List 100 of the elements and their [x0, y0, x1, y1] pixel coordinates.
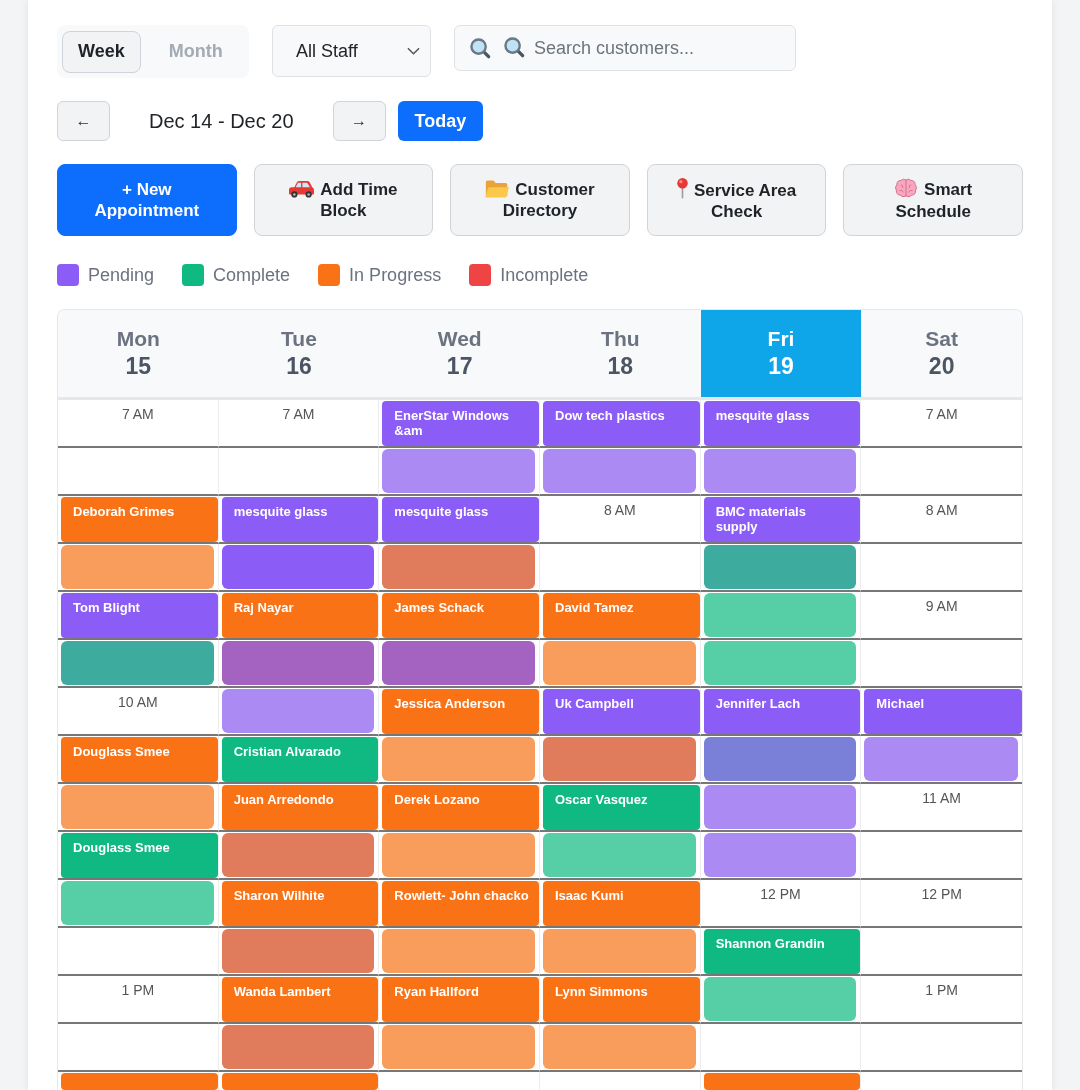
appointment-block[interactable]: Juan Arredondo [221, 785, 379, 830]
search-icon [504, 37, 525, 58]
appointment-extension[interactable] [221, 689, 375, 733]
appointment-block[interactable]: Ryan Hallford [382, 977, 539, 1022]
appointment-block[interactable]: Cristian Alvarado [221, 737, 379, 782]
search-icon [470, 38, 491, 59]
appointment-extension[interactable] [543, 1025, 696, 1069]
appointment-extension[interactable] [221, 929, 375, 973]
appointment-block[interactable]: mesquite glass [703, 401, 861, 446]
time-label: 7 AM [121, 406, 154, 422]
appointment-block[interactable]: Derek Lozano [382, 785, 539, 830]
appointment-block[interactable] [61, 1073, 218, 1090]
date-label: 16 [286, 353, 312, 380]
search-field[interactable]: Search customers... [454, 25, 796, 71]
appointment-block[interactable]: Dow tech plastics [543, 401, 700, 446]
appointment-block[interactable]: Lynn Simmons [543, 977, 700, 1022]
appointment-block[interactable]: mesquite glass [221, 497, 379, 542]
appointment-extension[interactable] [703, 545, 857, 589]
appointment-extension[interactable] [703, 449, 857, 493]
appointment-extension[interactable] [382, 641, 535, 685]
appointment-block[interactable] [703, 1073, 861, 1090]
appointment-block[interactable]: EnerStar Windows &am [382, 401, 539, 446]
chevron-down-icon [407, 47, 420, 55]
appointment-extension[interactable] [543, 929, 696, 973]
appointment-block[interactable]: Uk Campbell [543, 689, 700, 734]
appointment-block[interactable]: mesquite glass [382, 497, 539, 542]
appointment-extension[interactable] [382, 1025, 535, 1069]
date-label: 15 [125, 353, 152, 380]
appointment-block[interactable]: Tom Blight [61, 593, 218, 638]
pin-icon [676, 177, 688, 199]
appointment-extension[interactable] [61, 785, 214, 829]
appointment-block[interactable]: Jessica Anderson [382, 689, 539, 734]
next-button[interactable]: → [332, 101, 386, 141]
appointment-extension[interactable] [703, 641, 857, 685]
weekday-label: Sat [925, 327, 958, 351]
appointment-extension[interactable] [61, 545, 214, 589]
weekday-label: Wed [437, 327, 482, 351]
weekday-label: Fri [767, 327, 795, 351]
appointment-extension[interactable] [61, 881, 214, 925]
appointment-block[interactable]: Deborah Grimes [61, 497, 218, 542]
time-label: 7 AM [282, 406, 315, 422]
appointment-block[interactable] [221, 1073, 379, 1090]
staff-dropdown[interactable]: All Staff [272, 25, 431, 77]
date-label: 17 [446, 353, 473, 380]
appointment-extension[interactable] [703, 785, 857, 829]
appointment-extension[interactable] [382, 833, 535, 877]
action-button[interactable]: Smart Schedule [843, 164, 1023, 236]
appointment-block[interactable]: Isaac Kumi [543, 881, 700, 926]
action-button[interactable]: + New Appointment [57, 164, 237, 236]
time-label: 8 AM [925, 502, 958, 518]
appointment-block[interactable]: David Tamez [543, 593, 700, 638]
appointment-block[interactable]: Jennifer Lach [703, 689, 861, 734]
appointment-extension[interactable] [864, 737, 1018, 781]
appointment-block[interactable]: Raj Nayar [221, 593, 379, 638]
appointment-extension[interactable] [221, 545, 375, 589]
appointment-extension[interactable] [543, 737, 696, 781]
appointment-block[interactable]: BMC materials supply [703, 497, 861, 542]
appointment-extension[interactable] [382, 929, 535, 973]
appointment-extension[interactable] [543, 641, 696, 685]
action-button[interactable]: Add Time Block [253, 164, 434, 236]
legend-label: Incomplete [500, 264, 589, 286]
appointment-extension[interactable] [703, 593, 857, 637]
date-label: 19 [768, 353, 794, 380]
appointment-extension[interactable] [221, 833, 375, 877]
time-label: 1 PM [121, 982, 155, 998]
appointment-extension[interactable] [703, 833, 857, 877]
today-button[interactable]: Today [397, 101, 484, 141]
view-tab[interactable]: Month [152, 30, 239, 73]
appointment-block[interactable]: Sharon Wilhite [221, 881, 379, 926]
appointment-block[interactable]: James Schack [382, 593, 539, 638]
appointment-extension[interactable] [382, 737, 535, 781]
appointment-extension[interactable] [543, 833, 696, 877]
weekday-label: Mon [116, 327, 160, 351]
appointment-extension[interactable] [382, 545, 535, 589]
appointment-block[interactable]: Rowlett- John chacko [382, 881, 539, 926]
time-label: 10 AM [117, 694, 158, 710]
weekday-label: Thu [601, 327, 640, 351]
appointment-block[interactable]: Shannon Grandin [703, 929, 861, 974]
weekday-label: Tue [281, 327, 317, 351]
appointment-block[interactable]: Oscar Vasquez [543, 785, 700, 830]
appointment-block[interactable]: Wanda Lambert [221, 977, 379, 1022]
appointment-extension[interactable] [382, 449, 535, 493]
appointment-extension[interactable] [543, 449, 696, 493]
action-button[interactable]: Service Area Check [646, 164, 827, 236]
view-tab[interactable]: Week [62, 30, 141, 73]
legend-label: In Progress [349, 264, 442, 286]
appointment-extension[interactable] [221, 641, 375, 685]
appointment-extension[interactable] [61, 641, 214, 685]
appointment-extension[interactable] [221, 1025, 375, 1069]
appointment-block[interactable]: Douglass Smee [61, 737, 218, 782]
time-label: 1 PM [925, 982, 958, 998]
brain-icon [894, 178, 919, 199]
previous-button[interactable]: ← [57, 101, 110, 141]
folder-icon [485, 179, 510, 198]
appointment-block[interactable]: Michael [864, 689, 1022, 734]
appointment-block[interactable]: Douglass Smee [61, 833, 218, 878]
action-button[interactable]: Customer Directory [450, 164, 630, 236]
appointment-extension[interactable] [703, 977, 857, 1021]
time-label: 9 AM [925, 598, 958, 614]
appointment-extension[interactable] [703, 737, 857, 781]
